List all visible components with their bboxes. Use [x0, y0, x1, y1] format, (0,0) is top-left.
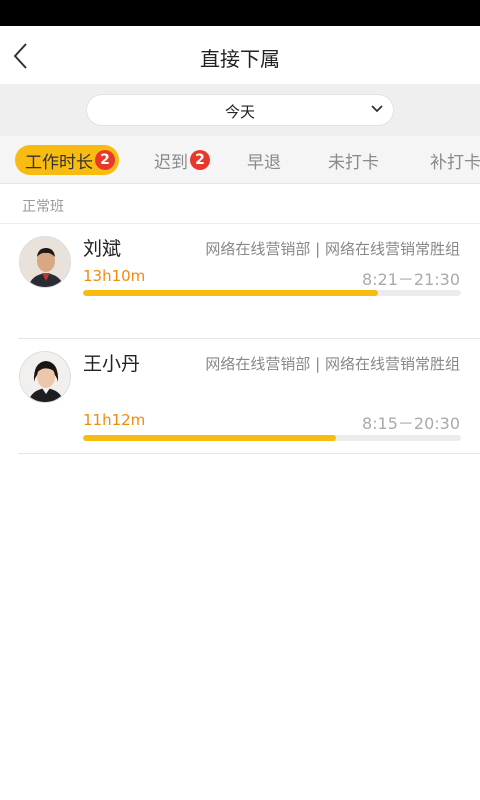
tab-not-clocked[interactable]: 未打卡	[328, 136, 379, 183]
tab-label: 未打卡	[328, 152, 379, 173]
tab-make-up-clock[interactable]: 补打卡	[430, 136, 480, 183]
count-badge: 2	[190, 150, 210, 170]
status-bar	[0, 0, 480, 26]
person-department: 网络在线营销部 | 网络在线营销常胜组	[205, 355, 460, 373]
person-avatar-icon	[20, 352, 70, 402]
progress-fill	[83, 435, 337, 441]
avatar	[19, 351, 71, 403]
avatar	[19, 236, 71, 288]
tab-leave-early[interactable]: 早退	[247, 136, 281, 183]
person-name: 王小丹	[83, 353, 141, 375]
work-duration: 13h10m	[83, 267, 146, 285]
date-filter-area: 今天	[0, 84, 480, 136]
tab-bar: 工作时长 2 迟到 2 早退 未打卡 补打卡	[0, 136, 480, 184]
progress-fill	[83, 290, 378, 296]
count-badge: 2	[95, 150, 115, 170]
section-label: 正常班	[22, 199, 64, 215]
tab-label: 早退	[247, 152, 281, 173]
navigation-bar: 直接下属	[0, 26, 480, 84]
divider	[18, 453, 480, 454]
tab-label: 补打卡	[430, 152, 480, 173]
progress-track	[83, 435, 461, 441]
date-dropdown[interactable]: 今天	[86, 94, 394, 126]
time-range: 8:15－20:30	[361, 414, 460, 433]
section-header: 正常班	[0, 184, 480, 224]
page-title: 直接下属	[200, 47, 280, 71]
list-item[interactable]: 王小丹 网络在线营销部 | 网络在线营销常胜组 11h12m 8:15－20:3…	[0, 339, 480, 454]
work-duration: 11h12m	[83, 411, 146, 429]
list-item[interactable]: 刘斌 网络在线营销部 | 网络在线营销常胜组 13h10m 8:21－21:30	[0, 224, 480, 339]
tab-label: 工作时长	[25, 152, 93, 173]
tab-work-hours[interactable]: 工作时长 2	[15, 145, 119, 175]
tab-late[interactable]: 迟到 2	[154, 136, 210, 183]
progress-track	[83, 290, 461, 296]
person-name: 刘斌	[83, 238, 122, 260]
tab-label: 迟到	[154, 152, 188, 173]
date-dropdown-value: 今天	[224, 103, 255, 121]
time-range: 8:21－21:30	[361, 270, 460, 289]
chevron-down-icon	[371, 105, 383, 113]
person-department: 网络在线营销部 | 网络在线营销常胜组	[205, 240, 460, 258]
person-avatar-icon	[20, 237, 70, 287]
